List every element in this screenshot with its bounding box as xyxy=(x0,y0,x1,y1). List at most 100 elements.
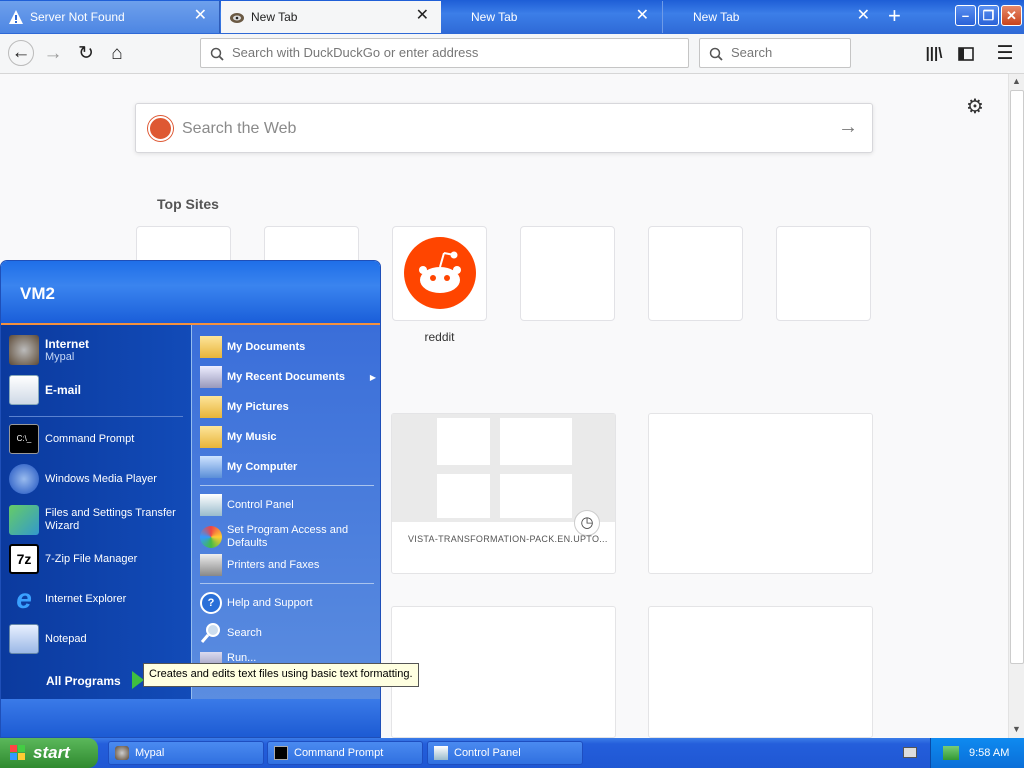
search-icon xyxy=(200,622,222,644)
forward-button[interactable]: → xyxy=(41,42,65,66)
close-icon[interactable]: ✕ xyxy=(636,8,649,24)
taskbar-label: Mypal xyxy=(135,747,165,759)
control-panel-icon xyxy=(200,494,222,516)
start-item-program-access[interactable]: Set Program Access and Defaults xyxy=(200,524,370,550)
separator xyxy=(200,485,374,486)
program-access-icon xyxy=(200,526,222,548)
taskbar-button-command-prompt[interactable]: Command Prompt xyxy=(267,741,423,765)
tab-new-tab[interactable]: New Tab ✕ xyxy=(441,1,661,33)
start-item-command-prompt[interactable]: C:\_ Command Prompt xyxy=(9,424,134,454)
item-label: Control Panel xyxy=(227,499,294,511)
home-button[interactable]: ⌂ xyxy=(105,42,129,66)
tab-label: New Tab xyxy=(693,10,740,24)
close-icon[interactable]: ✕ xyxy=(857,8,870,24)
taskbar-button-control-panel[interactable]: Control Panel xyxy=(427,741,583,765)
taskbar-button-mypal[interactable]: Mypal xyxy=(108,741,264,765)
start-item-search[interactable]: Search xyxy=(200,622,262,644)
taskbar-label: Control Panel xyxy=(454,747,521,759)
start-item-internet[interactable]: Internet Mypal xyxy=(9,335,89,365)
start-label: start xyxy=(33,743,70,762)
scrollbar-thumb[interactable] xyxy=(1010,90,1024,664)
top-site-tile[interactable] xyxy=(520,226,615,321)
start-item-recent-documents[interactable]: My Recent Documents ▶ xyxy=(200,366,376,388)
top-site-tile[interactable] xyxy=(776,226,871,321)
start-item-media-player[interactable]: Windows Media Player xyxy=(9,464,157,494)
menu-icon[interactable]: ☰ xyxy=(993,42,1017,66)
start-item-my-pictures[interactable]: My Pictures xyxy=(200,396,289,418)
start-menu-footer xyxy=(1,699,380,737)
highlight-card[interactable]: ◷ VISTA-TRANSFORMATION-PACK.EN.UPTO... xyxy=(391,413,616,574)
reddit-logo-icon xyxy=(404,237,476,309)
envelope-icon xyxy=(9,375,39,405)
item-label: Search xyxy=(227,627,262,639)
transfer-wizard-icon xyxy=(9,505,39,535)
start-item-email[interactable]: E-mail xyxy=(9,375,81,405)
back-button[interactable]: ← xyxy=(8,40,34,66)
sidebar-icon[interactable] xyxy=(954,42,978,66)
music-folder-icon xyxy=(200,426,222,448)
window-close-button[interactable]: ✕ xyxy=(1001,5,1022,26)
library-icon[interactable]: |||\ xyxy=(922,42,946,66)
address-placeholder: Search with DuckDuckGo or enter address xyxy=(232,45,479,60)
taskbar-label: Command Prompt xyxy=(294,747,384,759)
start-button[interactable]: start xyxy=(0,738,98,768)
control-panel-icon xyxy=(434,746,448,760)
highlight-card-empty xyxy=(648,413,873,574)
start-item-7zip[interactable]: 7z 7-Zip File Manager xyxy=(9,544,137,574)
tab-label: New Tab xyxy=(471,10,518,24)
network-icon[interactable] xyxy=(943,746,959,760)
vertical-scrollbar[interactable]: ▲ ▼ xyxy=(1008,74,1024,738)
reload-button[interactable]: ↻ xyxy=(74,42,98,66)
start-item-control-panel[interactable]: Control Panel xyxy=(200,494,294,516)
web-search-box[interactable]: Search the Web → xyxy=(135,103,873,153)
search-placeholder: Search xyxy=(731,45,773,60)
start-item-help[interactable]: ? Help and Support xyxy=(200,592,313,614)
submenu-arrow-icon: ▶ xyxy=(369,372,376,382)
start-item-printers[interactable]: Printers and Faxes xyxy=(200,554,319,576)
start-item-internet-explorer[interactable]: e Internet Explorer xyxy=(9,584,126,614)
search-icon xyxy=(709,47,723,61)
new-tab-button[interactable]: + xyxy=(888,5,901,27)
restore-button[interactable]: ❐ xyxy=(978,5,999,26)
separator xyxy=(200,583,374,584)
close-icon[interactable]: ✕ xyxy=(416,8,429,24)
clock[interactable]: 9:58 AM xyxy=(969,747,1009,759)
start-item-transfer-wizard[interactable]: Files and Settings Transfer Wizard xyxy=(9,505,187,535)
item-label: Printers and Faxes xyxy=(227,559,320,571)
search-bar[interactable]: Search xyxy=(699,38,851,68)
close-icon[interactable]: ✕ xyxy=(194,8,207,24)
folder-icon xyxy=(200,336,222,358)
start-item-my-documents[interactable]: My Documents xyxy=(200,336,305,358)
minimize-button[interactable]: – xyxy=(955,5,976,26)
address-bar[interactable]: Search with DuckDuckGo or enter address xyxy=(200,38,689,68)
keyboard-icon[interactable] xyxy=(903,747,917,758)
arrow-right-icon[interactable]: → xyxy=(838,116,858,139)
pictures-folder-icon xyxy=(200,396,222,418)
item-label: 7-Zip File Manager xyxy=(45,553,138,565)
taskbar: start Mypal Command Prompt Control Panel… xyxy=(0,738,1024,768)
start-item-notepad[interactable]: Notepad xyxy=(9,624,87,654)
help-icon: ? xyxy=(200,592,222,614)
search-icon xyxy=(210,47,224,61)
item-label: Internet xyxy=(45,337,90,351)
raccoon-icon xyxy=(115,746,129,760)
computer-icon xyxy=(200,456,222,478)
tab-server-not-found[interactable]: Server Not Found ✕ xyxy=(0,1,220,33)
tab-new-tab-active[interactable]: New Tab ✕ xyxy=(221,1,441,33)
scroll-up-icon[interactable]: ▲ xyxy=(1012,76,1021,86)
item-label: My Music xyxy=(227,431,277,443)
clock-icon: ◷ xyxy=(574,510,600,536)
start-item-my-music[interactable]: My Music xyxy=(200,426,277,448)
start-item-my-computer[interactable]: My Computer xyxy=(200,456,297,478)
start-menu-programs: Internet Mypal E-mail C:\_ Command Prompt… xyxy=(1,325,191,726)
item-label: Files and Settings Transfer Wizard xyxy=(45,507,176,532)
gear-icon[interactable]: ⚙ xyxy=(966,94,984,119)
media-player-icon xyxy=(9,464,39,494)
top-site-tile[interactable] xyxy=(648,226,743,321)
scroll-down-icon[interactable]: ▼ xyxy=(1012,724,1021,734)
tab-new-tab[interactable]: New Tab ✕ xyxy=(662,1,882,33)
navigation-toolbar: ← → ↻ ⌂ Search with DuckDuckGo or enter … xyxy=(0,34,1024,74)
separator xyxy=(9,416,183,417)
all-programs-button[interactable]: All Programs xyxy=(46,674,121,688)
top-site-reddit[interactable] xyxy=(392,226,487,321)
